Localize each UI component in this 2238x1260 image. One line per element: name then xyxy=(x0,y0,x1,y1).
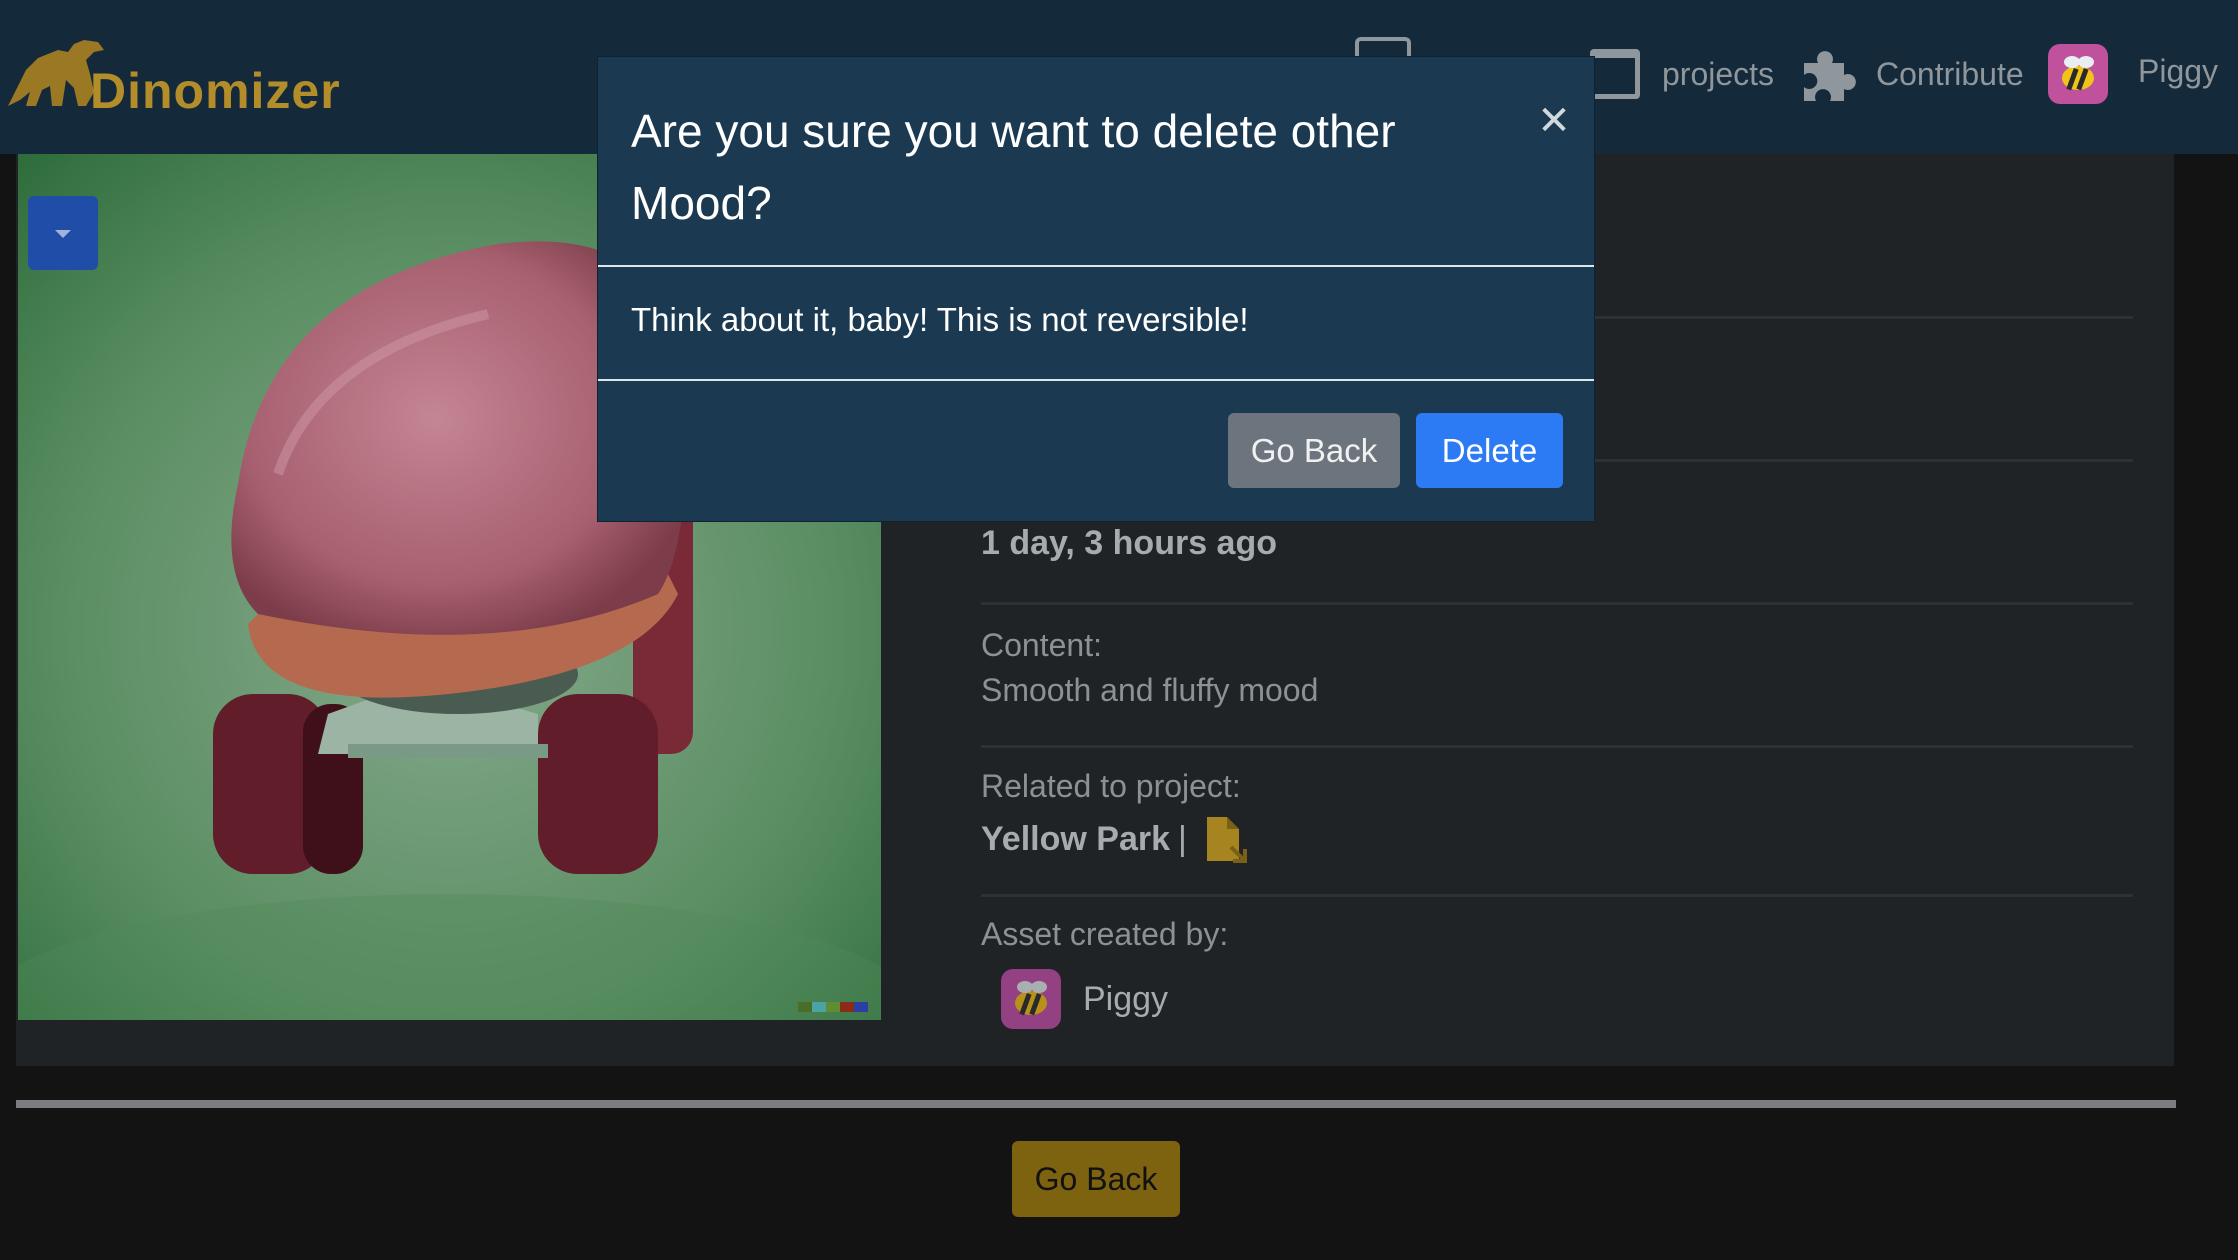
modal-delete-button[interactable]: Delete xyxy=(1416,413,1563,488)
file-export-icon[interactable] xyxy=(1205,815,1249,863)
image-options-dropdown[interactable] xyxy=(28,196,98,270)
modal-title: Are you sure you want to delete other Mo… xyxy=(631,105,1396,229)
puzzle-piece-icon xyxy=(1804,51,1856,101)
bee-icon xyxy=(1015,981,1047,1016)
modal-header: Are you sure you want to delete other Mo… xyxy=(598,57,1594,267)
window-icon xyxy=(1590,49,1640,99)
modal-body-text: Think about it, baby! This is not revers… xyxy=(631,301,1249,338)
user-avatar xyxy=(2048,44,2108,104)
user-menu[interactable]: Piggy xyxy=(2048,38,2218,110)
creator-label: Asset created by: xyxy=(981,916,1229,952)
page-go-back-button[interactable]: Go Back xyxy=(1012,1141,1180,1217)
modal-body: Think about it, baby! This is not revers… xyxy=(598,267,1594,381)
project-separator: | xyxy=(1178,819,1187,858)
delete-confirm-modal: Are you sure you want to delete other Mo… xyxy=(597,56,1595,522)
bee-icon xyxy=(2062,56,2094,91)
nav-contribute[interactable]: Contribute xyxy=(1800,38,2024,110)
info-row-project: Related to project: Yellow Park | xyxy=(981,748,2133,897)
info-row-creator: Asset created by: Piggy xyxy=(981,916,1228,1029)
content-label: Content: xyxy=(981,627,1102,663)
divider xyxy=(16,1100,2176,1108)
brand-name: Dinomizer xyxy=(90,63,341,119)
creator-name[interactable]: Piggy xyxy=(1083,980,1168,1019)
created-time: 1 day, 3 hours ago xyxy=(981,524,1278,562)
nav-projects[interactable]: projects xyxy=(1590,38,1774,110)
project-link[interactable]: Yellow Park xyxy=(981,820,1170,859)
modal-go-back-button[interactable]: Go Back xyxy=(1228,413,1400,488)
nav-projects-label: projects xyxy=(1662,55,1775,92)
close-icon[interactable]: ✕ xyxy=(1534,101,1574,141)
content-value: Smooth and fluffy mood xyxy=(981,672,1319,708)
project-label: Related to project: xyxy=(981,768,1241,804)
creator-avatar[interactable] xyxy=(1001,969,1061,1029)
nav-contribute-label: Contribute xyxy=(1876,55,2024,92)
user-name: Piggy xyxy=(2138,52,2219,89)
info-row-content: Content: Smooth and fluffy mood xyxy=(981,605,2133,748)
